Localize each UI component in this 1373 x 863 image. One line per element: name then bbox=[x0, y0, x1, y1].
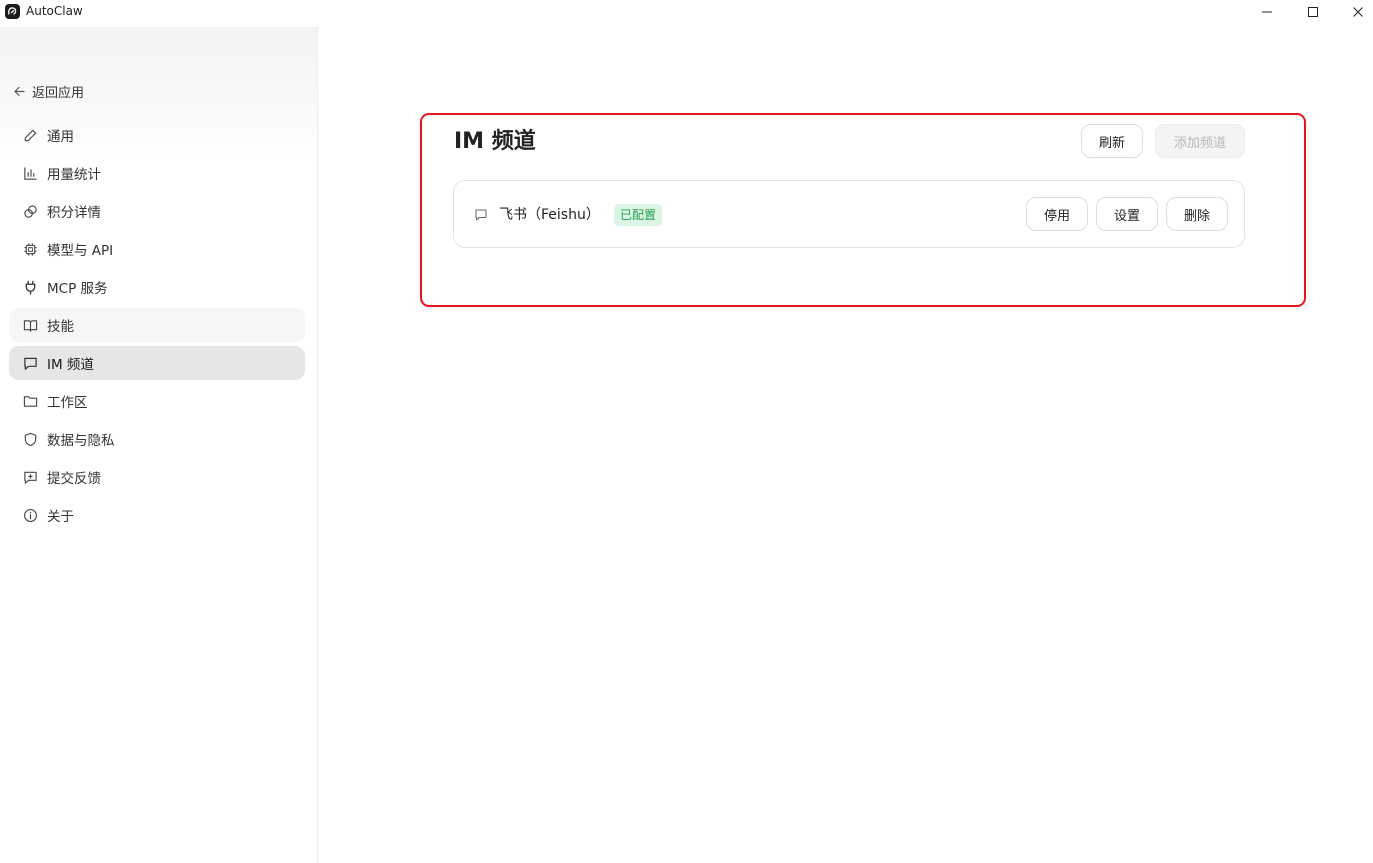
nav-label: 通用 bbox=[47, 129, 74, 145]
nav-label: 技能 bbox=[47, 319, 74, 335]
info-icon bbox=[22, 507, 38, 523]
sidebar: 返回应用 通用 用量统计 积分详情 模型与 API MCP 服务 技能 IM 频… bbox=[0, 27, 318, 863]
nav-label: 工作区 bbox=[47, 395, 88, 411]
back-to-app-button[interactable]: 返回应用 bbox=[13, 81, 84, 101]
nav-label: MCP 服务 bbox=[47, 281, 108, 297]
app-title: AutoClaw bbox=[26, 4, 83, 18]
nav-label: 模型与 API bbox=[47, 243, 114, 259]
nav-label: 用量统计 bbox=[47, 167, 101, 183]
message-icon bbox=[22, 355, 38, 371]
nav-item-credits[interactable]: 积分详情 bbox=[9, 194, 305, 228]
folder-icon bbox=[22, 393, 38, 409]
settings-nav: 通用 用量统计 积分详情 模型与 API MCP 服务 技能 IM 频道 工作区… bbox=[9, 118, 305, 536]
nav-item-usage[interactable]: 用量统计 bbox=[9, 156, 305, 190]
minimize-button[interactable] bbox=[1244, 0, 1290, 24]
feedback-icon bbox=[22, 469, 38, 485]
nav-item-models-api[interactable]: 模型与 API bbox=[9, 232, 305, 266]
plug-icon bbox=[22, 279, 38, 295]
nav-label: 积分详情 bbox=[47, 205, 101, 221]
nav-label: IM 频道 bbox=[47, 357, 94, 373]
pencil-icon bbox=[22, 127, 38, 143]
nav-item-feedback[interactable]: 提交反馈 bbox=[9, 460, 305, 494]
nav-label: 关于 bbox=[47, 509, 74, 525]
nav-item-workspace[interactable]: 工作区 bbox=[9, 384, 305, 418]
nav-item-general[interactable]: 通用 bbox=[9, 118, 305, 152]
maximize-button[interactable] bbox=[1290, 0, 1336, 24]
app-logo-icon bbox=[5, 4, 20, 19]
book-icon bbox=[22, 317, 38, 333]
close-button[interactable] bbox=[1335, 0, 1373, 24]
nav-item-data-privacy[interactable]: 数据与隐私 bbox=[9, 422, 305, 456]
nav-label: 数据与隐私 bbox=[47, 433, 115, 449]
coins-icon bbox=[22, 203, 38, 219]
highlight-box bbox=[420, 113, 1306, 307]
nav-item-skills[interactable]: 技能 bbox=[9, 308, 305, 342]
back-label: 返回应用 bbox=[32, 85, 85, 101]
shield-icon bbox=[22, 431, 38, 447]
arrow-left-icon bbox=[14, 86, 25, 96]
bar-chart-icon bbox=[22, 165, 38, 181]
nav-item-about[interactable]: 关于 bbox=[9, 498, 305, 532]
nav-item-mcp[interactable]: MCP 服务 bbox=[9, 270, 305, 304]
cpu-icon bbox=[22, 241, 38, 257]
nav-label: 提交反馈 bbox=[47, 471, 101, 487]
title-bar: AutoClaw bbox=[0, 0, 1373, 24]
nav-item-im-channels[interactable]: IM 频道 bbox=[9, 346, 305, 380]
